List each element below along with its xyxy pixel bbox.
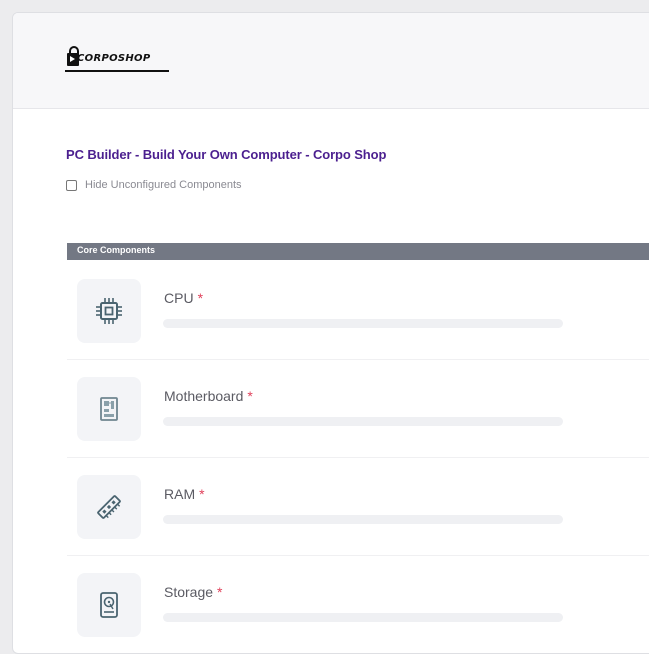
cpu-icon <box>96 298 122 324</box>
logo-text: CORPOSHOP <box>77 53 151 64</box>
ram-icon <box>97 495 121 519</box>
component-name: Storage <box>164 584 214 600</box>
section-header-core-components: Core Components <box>67 243 649 260</box>
site-header: CORPOSHOP <box>13 13 649 109</box>
required-mark: * <box>199 486 205 502</box>
component-name: RAM <box>164 486 196 502</box>
component-row-ram[interactable]: RAM * <box>67 457 649 556</box>
component-progress-bar <box>163 417 563 426</box>
component-progress-bar <box>163 515 563 524</box>
hide-unconfigured-toggle[interactable]: Hide Unconfigured Components <box>66 179 242 191</box>
required-mark: * <box>247 388 253 404</box>
component-progress-bar <box>163 613 563 622</box>
component-label-ram: RAM * <box>164 486 205 502</box>
component-name: Motherboard <box>164 388 244 404</box>
motherboard-icon <box>100 397 118 421</box>
section-label: Core Components <box>77 245 156 255</box>
storage-icon <box>100 592 118 618</box>
component-icon-box[interactable] <box>77 377 141 441</box>
corposhop-logo[interactable]: CORPOSHOP <box>65 39 185 79</box>
component-icon-box[interactable] <box>77 573 141 637</box>
component-label-storage: Storage * <box>164 584 223 600</box>
component-row-storage[interactable]: Storage * <box>67 555 649 653</box>
component-label-motherboard: Motherboard * <box>164 388 253 404</box>
required-mark: * <box>197 290 204 306</box>
component-progress-bar <box>163 319 563 328</box>
component-icon-box[interactable] <box>77 475 141 539</box>
component-label-cpu: CPU * <box>164 290 203 306</box>
logo-underline <box>65 70 169 72</box>
component-row-cpu[interactable]: CPU * <box>67 261 649 360</box>
component-name: CPU <box>164 290 194 306</box>
component-row-motherboard[interactable]: Motherboard * <box>67 359 649 458</box>
required-mark: * <box>217 584 223 600</box>
hide-unconfigured-checkbox[interactable] <box>66 179 77 191</box>
app-window: CORPOSHOP PC Builder - Build Your Own Co… <box>12 12 649 654</box>
page-title: PC Builder - Build Your Own Computer - C… <box>66 147 387 162</box>
component-icon-box[interactable] <box>77 279 141 343</box>
hide-unconfigured-label[interactable]: Hide Unconfigured Components <box>85 179 242 191</box>
